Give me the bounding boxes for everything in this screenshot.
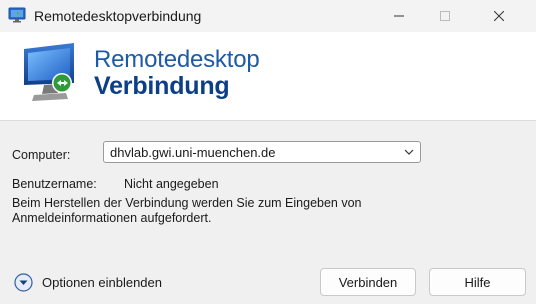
maximize-button[interactable]	[422, 0, 468, 32]
header-banner: Remotedesktop Verbindung	[0, 32, 536, 121]
remote-desktop-icon	[8, 7, 26, 23]
close-button[interactable]	[476, 0, 522, 32]
computer-input[interactable]: dhvlab.gwi.uni-muenchen.de	[110, 145, 276, 160]
window-title: Remotedesktopverbindung	[34, 8, 202, 24]
computer-label: Computer:	[12, 148, 71, 162]
username-label: Benutzername:	[12, 177, 97, 191]
remote-desktop-monitor-icon	[24, 43, 74, 101]
computer-combobox[interactable]: dhvlab.gwi.uni-muenchen.de	[103, 141, 421, 163]
banner-title-line2: Verbindung	[94, 72, 230, 100]
chevron-down-icon[interactable]	[404, 148, 414, 156]
maximize-icon	[440, 11, 450, 21]
credentials-hint: Beim Herstellen der Verbindung werden Si…	[12, 196, 362, 225]
expand-options-icon[interactable]	[14, 272, 33, 292]
username-value: Nicht angegeben	[124, 177, 219, 191]
banner-title-line1: Remotedesktop	[94, 46, 260, 73]
close-icon	[494, 11, 504, 21]
minimize-button[interactable]	[376, 0, 422, 32]
show-options-toggle[interactable]: Optionen einblenden	[14, 272, 162, 292]
connect-button[interactable]: Verbinden	[320, 268, 416, 296]
show-options-label[interactable]: Optionen einblenden	[42, 275, 162, 290]
help-button[interactable]: Hilfe	[429, 268, 526, 296]
title-bar[interactable]: Remotedesktopverbindung	[0, 0, 536, 32]
minimize-icon	[394, 15, 404, 17]
